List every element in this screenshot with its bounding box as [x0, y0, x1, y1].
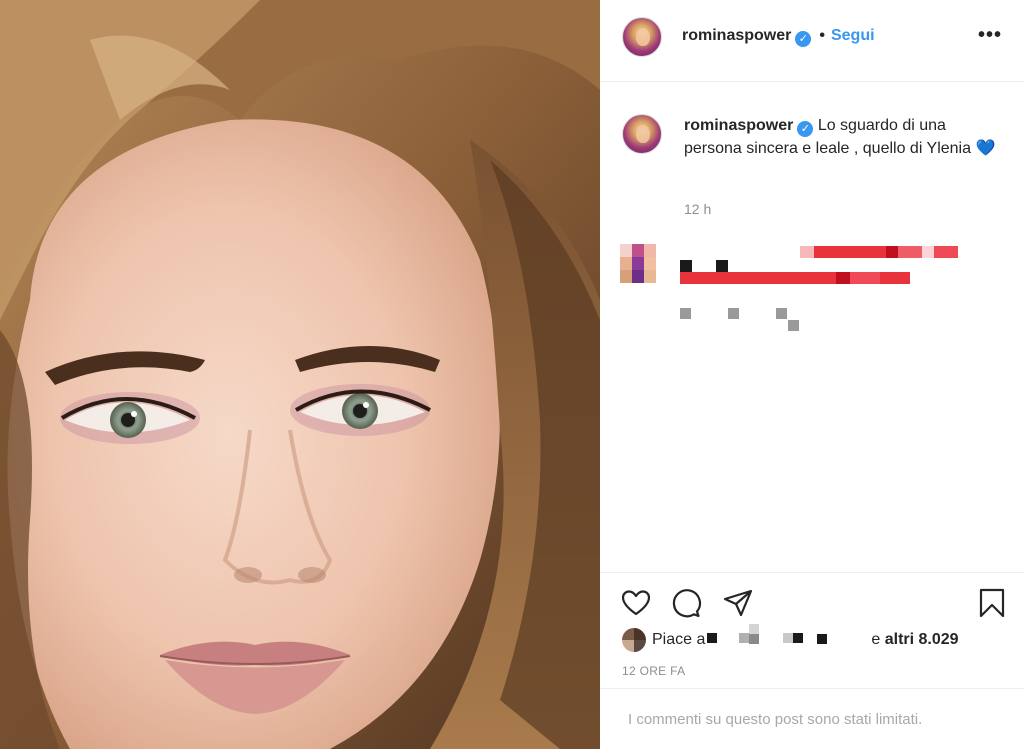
comments-limited-notice: I commenti su questo post sono stati lim…	[600, 688, 1024, 749]
post-photo[interactable]	[0, 0, 600, 749]
likes-text: Piace a e altri 8.029	[652, 624, 959, 649]
likes-prefix: Piace a	[652, 631, 706, 648]
more-options-icon[interactable]: •••	[978, 24, 1002, 47]
header-name-row: rominaspower ✓ • Segui	[682, 27, 875, 47]
post-time-label[interactable]: 12 ORE FA	[622, 664, 685, 678]
portrait-image	[0, 0, 600, 749]
verified-badge-icon: ✓	[795, 31, 812, 47]
separator-dot: •	[819, 27, 825, 44]
heart-icon[interactable]	[620, 587, 652, 619]
likes-others-link[interactable]: altri 8.029	[885, 631, 959, 648]
avatar[interactable]	[622, 17, 662, 57]
liker-avatar[interactable]	[622, 628, 646, 652]
post-header: rominaspower ✓ • Segui •••	[600, 0, 1024, 82]
post-sidebar: rominaspower ✓ • Segui ••• rominaspower ✓ Lo…	[600, 0, 1024, 749]
censored-liker-name[interactable]	[705, 624, 871, 646]
caption-timestamp[interactable]: 12 h	[684, 201, 711, 217]
follow-button[interactable]: Segui	[831, 27, 875, 44]
username-link[interactable]: rominaspower	[682, 27, 791, 44]
verified-badge-icon: ✓	[797, 121, 814, 137]
likes-conjunction: e	[871, 631, 881, 648]
caption-avatar[interactable]	[622, 114, 662, 154]
send-icon[interactable]	[722, 587, 754, 619]
bookmark-icon[interactable]	[976, 587, 1008, 619]
caption-text: rominaspower ✓ Lo sguardo di una persona …	[684, 114, 1004, 160]
censored-comment	[600, 244, 1024, 344]
post-actions	[600, 572, 1024, 630]
comment-icon[interactable]	[670, 587, 702, 619]
blue-heart-emoji: 💙	[975, 140, 996, 157]
caption-username-link[interactable]: rominaspower	[684, 117, 793, 134]
